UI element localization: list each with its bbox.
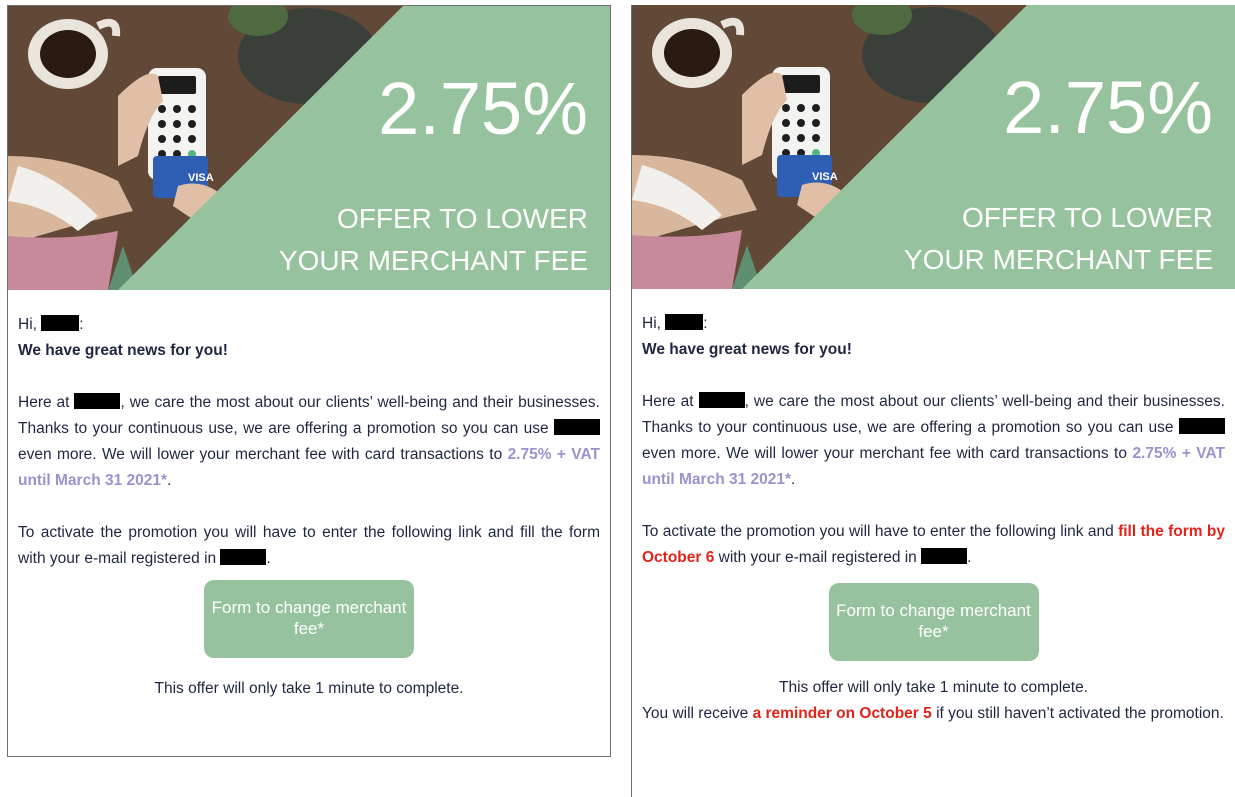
greeting: Hi, : (18, 315, 84, 333)
hero-percent: 2.75% (1003, 66, 1213, 149)
redacted-company (1179, 418, 1225, 434)
reminder-highlight: a reminder on October 5 (752, 705, 932, 722)
redacted-company (698, 392, 745, 408)
redacted-company (220, 549, 267, 565)
visa-card-logo: VISA (812, 171, 838, 183)
email-body: Hi, : We have great news for you! Here a… (632, 311, 1235, 727)
email-body: Hi, : We have great news for you! Here a… (8, 312, 610, 702)
redacted-name (41, 315, 80, 331)
intro-paragraph: Here at , we care the most about our cli… (642, 392, 1225, 488)
hero-offer-line2: YOUR MERCHANT FEE (903, 244, 1213, 275)
email-modified: VISA 2.75% OFFER TO LOWER YOUR MERCHANT … (631, 5, 1235, 797)
hero-banner: VISA 2.75% OFFER TO LOWER YOUR MERCHANT … (8, 6, 610, 290)
completion-note: This offer will only take 1 minute to co… (779, 679, 1088, 696)
activation-paragraph: To activate the promotion you will have … (642, 523, 1225, 566)
completion-note: This offer will only take 1 minute to co… (154, 680, 464, 697)
hero-offer-text: OFFER TO LOWER YOUR MERCHANT FEE (904, 197, 1213, 281)
redacted-company (554, 419, 601, 435)
hero-percent: 2.75% (378, 67, 588, 150)
hero-banner: VISA 2.75% OFFER TO LOWER YOUR MERCHANT … (632, 5, 1235, 289)
hero-offer-text: OFFER TO LOWER YOUR MERCHANT FEE (279, 198, 588, 282)
form-change-fee-button[interactable]: Form to change merchant fee* (828, 583, 1039, 661)
visa-card-logo: VISA (188, 172, 214, 184)
greeting: Hi, : (642, 314, 708, 332)
activation-paragraph: To activate the promotion you will have … (18, 524, 600, 567)
intro-paragraph: Here at , we care the most about our cli… (18, 393, 601, 489)
headline: We have great news for you! (642, 341, 852, 358)
headline: We have great news for you! (18, 342, 228, 359)
form-change-fee-button[interactable]: Form to change merchant fee* (204, 580, 414, 658)
email-original: VISA 2.75% OFFER TO LOWER YOUR MERCHANT … (7, 5, 611, 757)
redacted-company (921, 548, 968, 564)
redacted-company (74, 393, 121, 409)
hero-offer-line1: OFFER TO LOWER (962, 202, 1213, 233)
redacted-name (665, 314, 704, 330)
hero-offer-line1: OFFER TO LOWER (337, 203, 588, 234)
hero-offer-line2: YOUR MERCHANT FEE (278, 245, 588, 276)
reminder-note: You will receive a reminder on October 5… (642, 705, 1224, 722)
